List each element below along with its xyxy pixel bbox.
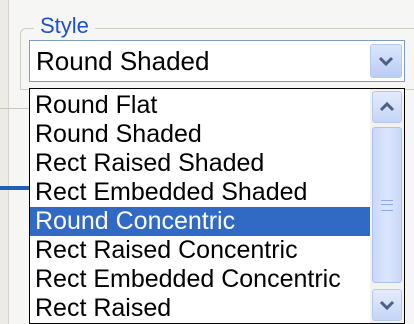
style-combobox[interactable]: Round Shaded xyxy=(29,40,405,82)
scroll-thumb[interactable] xyxy=(372,127,402,283)
dropdown-option[interactable]: Round Concentric xyxy=(30,207,372,236)
vertical-scrollbar[interactable] xyxy=(370,89,404,323)
dropdown-option[interactable]: Round Shaded xyxy=(30,120,372,149)
divider xyxy=(0,108,30,109)
dropdown-option[interactable]: Rect Raised Shaded xyxy=(30,149,372,178)
chevron-up-icon xyxy=(379,101,395,112)
style-label: Style xyxy=(34,14,95,38)
dropdown-items: Round Flat Round Shaded Rect Raised Shaded… xyxy=(30,91,372,323)
window-edge xyxy=(0,0,9,324)
style-combobox-value: Round Shaded xyxy=(36,46,210,76)
chevron-down-icon xyxy=(379,300,395,311)
dropdown-option[interactable]: Rect Embedded Shaded xyxy=(30,178,372,207)
scroll-down-button[interactable] xyxy=(372,289,402,321)
dropdown-option[interactable]: Rect Raised xyxy=(30,294,372,323)
style-dropdown-list: Round Flat Round Shaded Rect Raised Shaded… xyxy=(29,88,405,324)
divider-accent xyxy=(0,186,30,190)
scroll-up-button[interactable] xyxy=(372,91,402,123)
dropdown-option[interactable]: Rect Embedded Concentric xyxy=(30,265,372,294)
dropdown-option[interactable]: Rect Raised Concentric xyxy=(30,236,372,265)
dropdown-option[interactable]: Round Flat xyxy=(30,91,372,120)
chevron-down-icon xyxy=(378,56,394,67)
grip-icon xyxy=(381,199,393,211)
combobox-dropdown-button[interactable] xyxy=(370,44,402,78)
